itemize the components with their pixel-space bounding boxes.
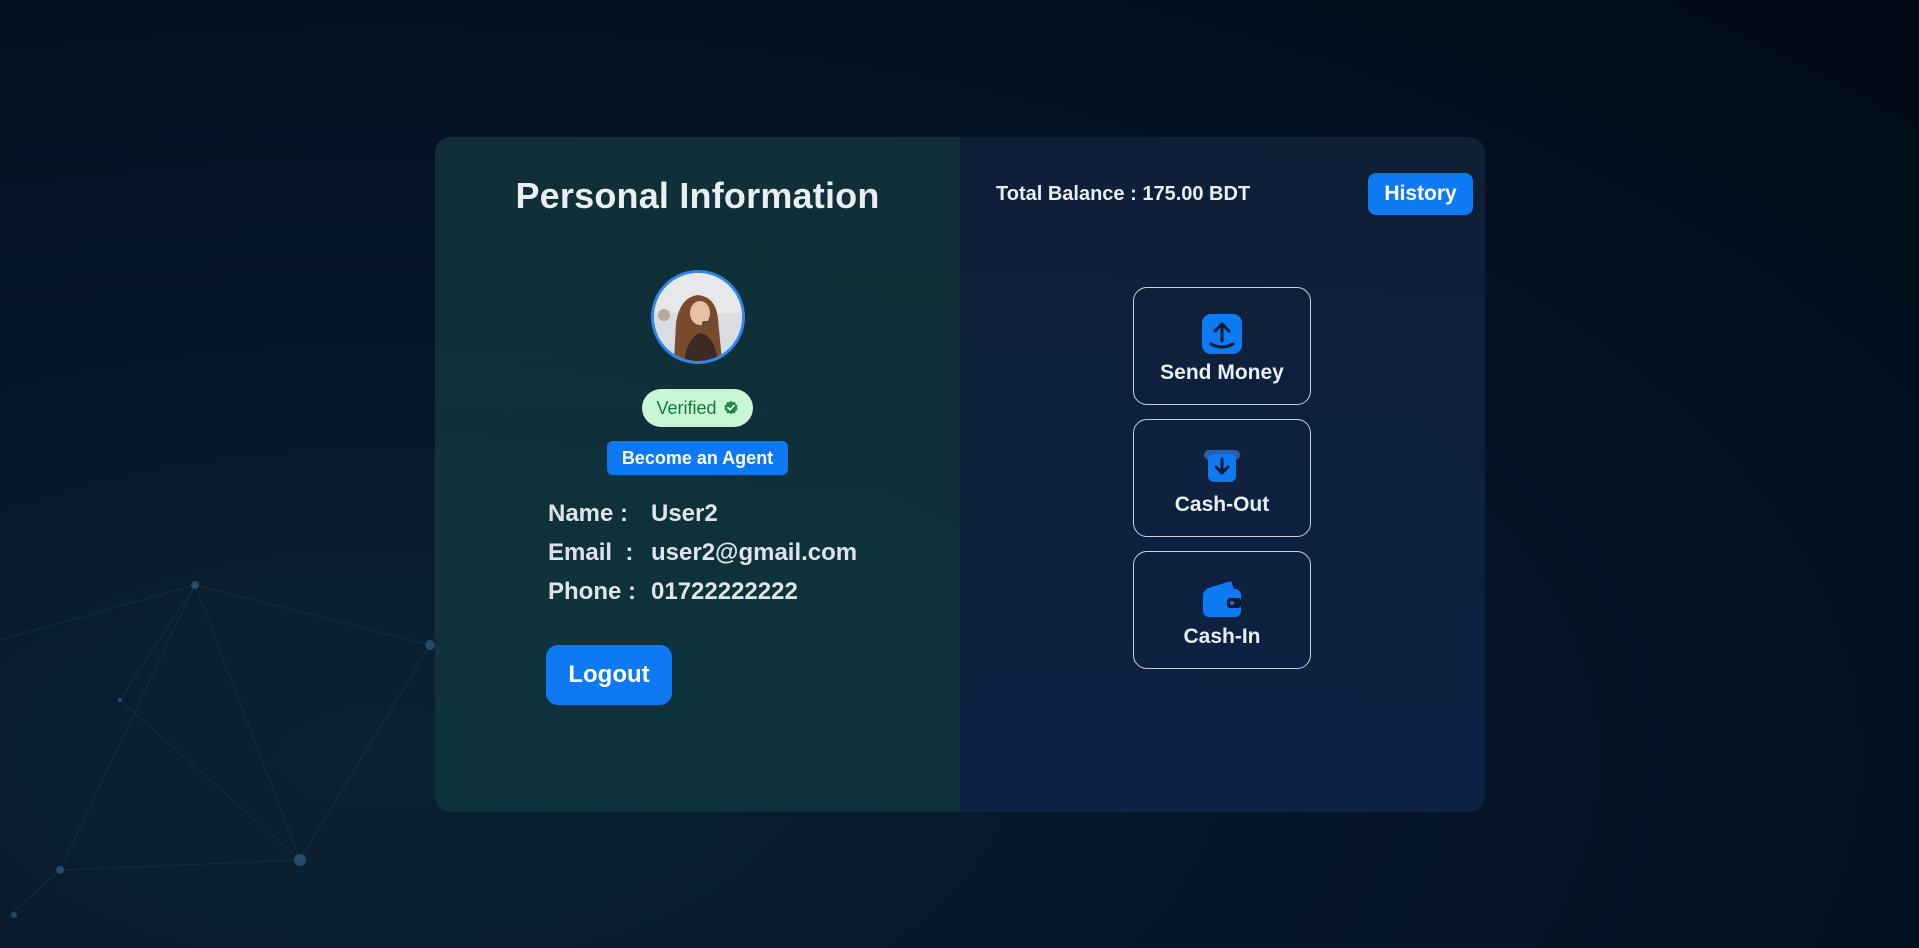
transactions-panel: Total Balance : 175.00 BDT History Send …	[960, 137, 1485, 812]
avatar	[651, 270, 745, 364]
profile-info: Name : User2 Email : user2@gmail.com Pho…	[548, 494, 857, 611]
send-money-label: Send Money	[1160, 361, 1284, 384]
total-balance: Total Balance : 175.00 BDT	[996, 183, 1251, 205]
name-label: Name :	[548, 499, 629, 527]
avatar-image	[654, 273, 742, 361]
phone-value: 01722222222	[651, 577, 798, 605]
email-value: user2@gmail.com	[651, 538, 858, 566]
become-agent-button[interactable]: Become an Agent	[607, 441, 788, 475]
verified-label: Verified	[656, 397, 717, 418]
send-money-button[interactable]: Send Money	[1133, 287, 1311, 405]
history-button[interactable]: History	[1368, 173, 1473, 215]
verified-badge: Verified	[642, 389, 753, 427]
cash-in-button[interactable]: Cash-In	[1133, 551, 1311, 669]
send-money-icon	[1202, 314, 1242, 354]
name-value: User2	[651, 499, 718, 527]
phone-label: Phone :	[548, 577, 636, 605]
profile-panel: Personal Information Verified Become an …	[435, 137, 960, 812]
cash-out-button[interactable]: Cash-Out	[1133, 419, 1311, 537]
info-row-name: Name : User2	[548, 494, 857, 533]
verified-check-icon	[723, 400, 738, 415]
email-label: Email :	[548, 538, 634, 566]
info-row-email: Email : user2@gmail.com	[548, 533, 857, 572]
cash-in-label: Cash-In	[1183, 625, 1261, 648]
page-title: Personal Information	[515, 175, 880, 216]
account-card: Personal Information Verified Become an …	[435, 137, 1485, 812]
cash-out-label: Cash-Out	[1174, 493, 1270, 516]
wallet-icon	[1203, 581, 1241, 617]
logout-button[interactable]: Logout	[546, 645, 672, 705]
cash-out-icon	[1204, 450, 1240, 482]
info-row-phone: Phone : 01722222222	[548, 572, 857, 611]
